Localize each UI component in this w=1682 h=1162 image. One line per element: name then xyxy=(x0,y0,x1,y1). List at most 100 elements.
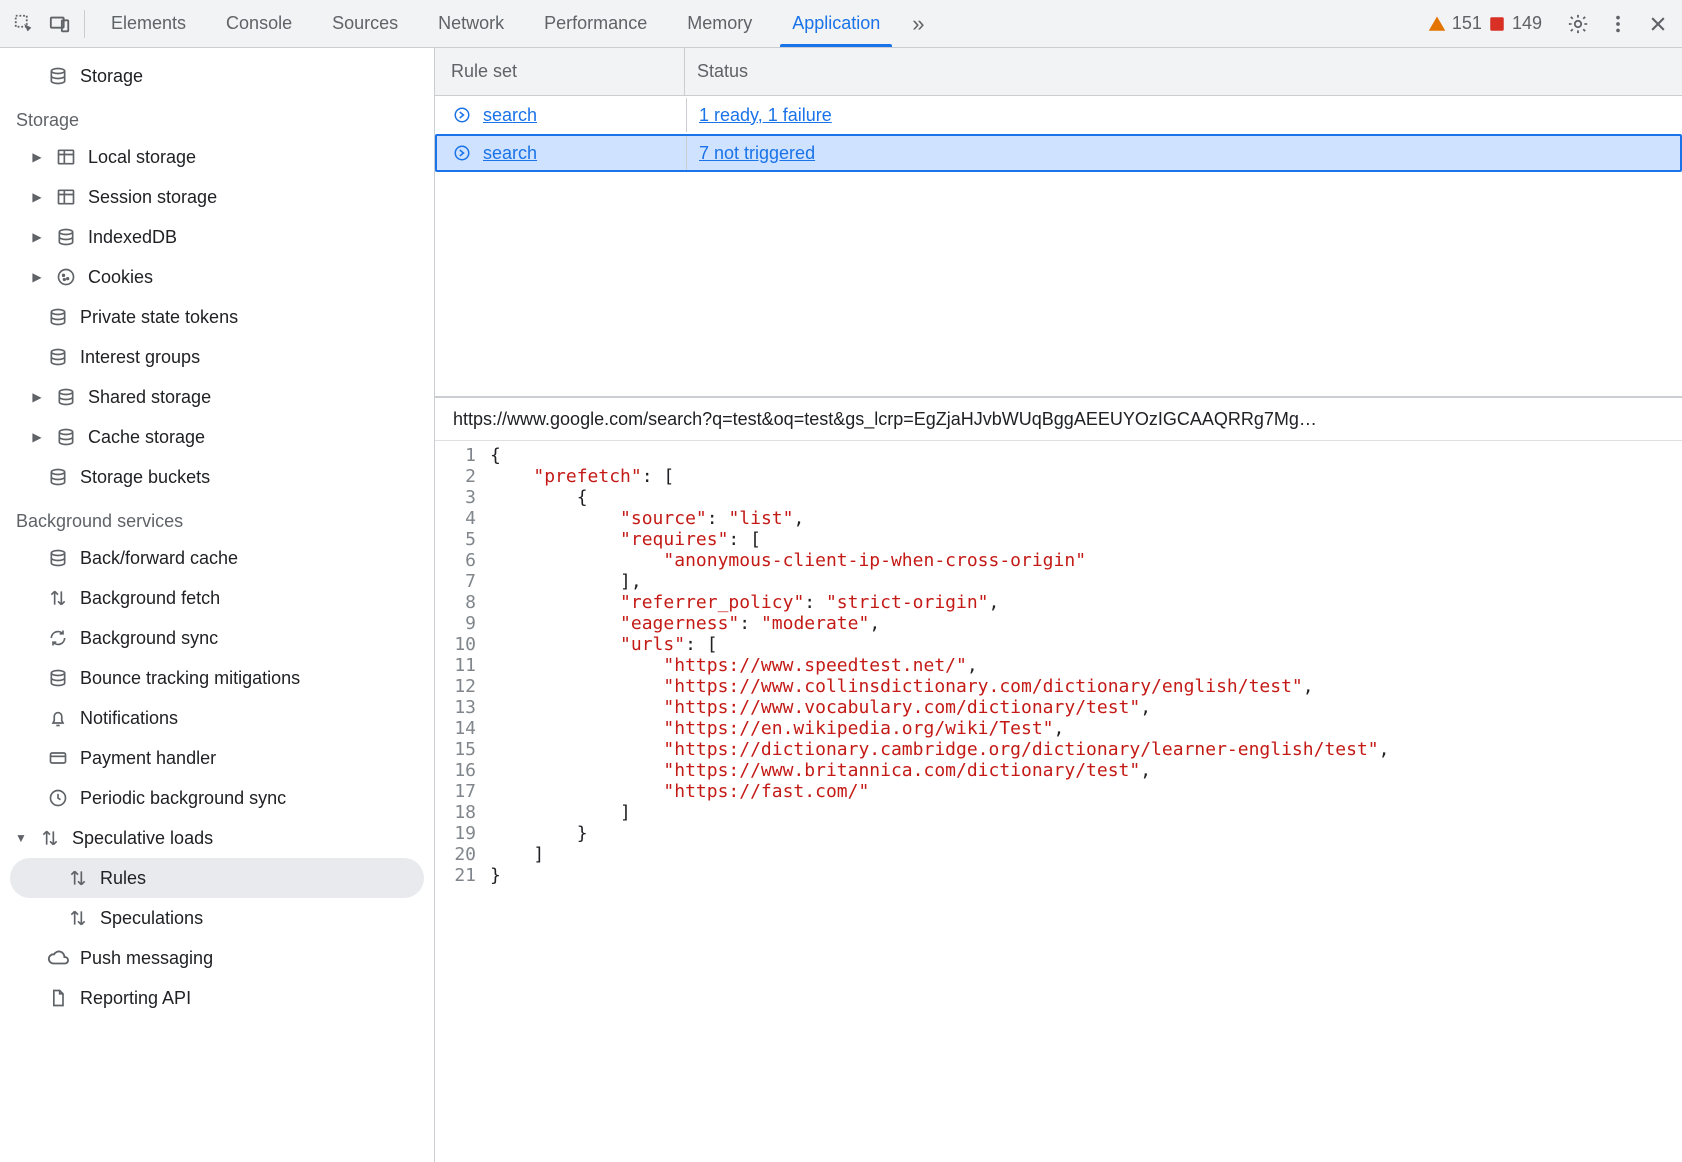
line-number: 19 xyxy=(435,823,490,844)
sidebar-item-interest-groups[interactable]: Interest groups xyxy=(0,337,434,377)
sidebar-item-push-messaging[interactable]: Push messaging xyxy=(0,938,434,978)
json-source-viewer[interactable]: 1{2 "prefetch": [3 {4 "source": "list",5… xyxy=(435,441,1682,1162)
sidebar-section-storage: Storage xyxy=(0,96,434,137)
sidebar-item-label: Push messaging xyxy=(80,948,213,969)
tab-memory[interactable]: Memory xyxy=(667,0,772,47)
settings-button[interactable] xyxy=(1560,6,1596,42)
json-line: 9 "eagerness": "moderate", xyxy=(435,613,1682,634)
tab-performance[interactable]: Performance xyxy=(524,0,667,47)
sidebar-item-storage-manifest[interactable]: Storage xyxy=(0,56,434,96)
line-number: 21 xyxy=(435,865,490,886)
json-line: 20 ] xyxy=(435,844,1682,865)
json-line: 3 { xyxy=(435,487,1682,508)
col-header-label: Status xyxy=(697,61,748,82)
col-header-status[interactable]: Status xyxy=(685,48,1682,95)
sidebar-item-reporting-api[interactable]: Reporting API xyxy=(0,978,434,1018)
code-content: "https://www.collinsdictionary.com/dicti… xyxy=(490,676,1314,697)
tab-sources[interactable]: Sources xyxy=(312,0,418,47)
database-icon xyxy=(54,387,78,407)
arrows-up-down-icon xyxy=(46,588,70,608)
issue-counter[interactable]: 151 149 xyxy=(1418,13,1552,34)
sidebar-item-periodic-bg-sync[interactable]: Periodic background sync xyxy=(0,778,434,818)
ruleset-status-link[interactable]: 7 not triggered xyxy=(699,143,815,164)
sidebar-item-label: Periodic background sync xyxy=(80,788,286,809)
sidebar-item-label: Notifications xyxy=(80,708,178,729)
rule-icon xyxy=(453,106,475,124)
chevron-right-icon: ▶ xyxy=(30,430,44,444)
inspect-element-icon[interactable] xyxy=(6,6,42,42)
arrows-up-down-icon xyxy=(66,868,90,888)
json-line: 5 "requires": [ xyxy=(435,529,1682,550)
sidebar-item-session-storage[interactable]: ▶ Session storage xyxy=(0,177,434,217)
chevron-right-icon: ▶ xyxy=(30,270,44,284)
tab-label: Performance xyxy=(544,13,647,34)
ruleset-row[interactable]: search 7 not triggered xyxy=(435,134,1682,172)
tab-application[interactable]: Application xyxy=(772,0,900,47)
line-number: 1 xyxy=(435,445,490,466)
line-number: 11 xyxy=(435,655,490,676)
ruleset-header-row: Rule set Status xyxy=(435,48,1682,96)
cookie-icon xyxy=(54,267,78,287)
sidebar-item-bfcache[interactable]: Back/forward cache xyxy=(0,538,434,578)
ruleset-status-link[interactable]: 1 ready, 1 failure xyxy=(699,105,832,126)
sidebar-item-storage-buckets[interactable]: Storage buckets xyxy=(0,457,434,497)
ruleset-body: search 1 ready, 1 failure search 7 not t… xyxy=(435,96,1682,396)
code-content: "https://www.vocabulary.com/dictionary/t… xyxy=(490,697,1151,718)
database-icon xyxy=(54,227,78,247)
sidebar-item-cache-storage[interactable]: ▶ Cache storage xyxy=(0,417,434,457)
sidebar-item-bg-fetch[interactable]: Background fetch xyxy=(0,578,434,618)
database-icon xyxy=(54,427,78,447)
sidebar-item-speculations[interactable]: Speculations xyxy=(0,898,434,938)
tab-label: Application xyxy=(792,13,880,34)
database-icon xyxy=(46,307,70,327)
sidebar-item-private-state-tokens[interactable]: Private state tokens xyxy=(0,297,434,337)
code-content: ] xyxy=(490,844,544,865)
sidebar-item-label: IndexedDB xyxy=(88,227,177,248)
code-content: { xyxy=(490,487,588,508)
code-content: } xyxy=(490,823,588,844)
col-header-ruleset[interactable]: Rule set xyxy=(435,48,685,95)
device-toggle-icon[interactable] xyxy=(42,6,78,42)
rule-source-url[interactable]: https://www.google.com/search?q=test&oq=… xyxy=(435,397,1682,441)
line-number: 8 xyxy=(435,592,490,613)
line-number: 10 xyxy=(435,634,490,655)
ruleset-name-link[interactable]: search xyxy=(483,143,537,164)
sidebar-item-rules[interactable]: Rules xyxy=(10,858,424,898)
database-icon xyxy=(46,66,70,86)
sidebar-item-speculative-loads[interactable]: ▼ Speculative loads xyxy=(0,818,434,858)
more-tabs-button[interactable]: » xyxy=(900,11,936,37)
sidebar-item-bounce-tracking[interactable]: Bounce tracking mitigations xyxy=(0,658,434,698)
sidebar-item-cookies[interactable]: ▶ Cookies xyxy=(0,257,434,297)
ruleset-row[interactable]: search 1 ready, 1 failure xyxy=(435,96,1682,134)
sidebar-item-payment-handler[interactable]: Payment handler xyxy=(0,738,434,778)
close-devtools-button[interactable] xyxy=(1640,6,1676,42)
sidebar-item-indexeddb[interactable]: ▶ IndexedDB xyxy=(0,217,434,257)
warning-count: 151 xyxy=(1452,13,1482,34)
code-content: "https://dictionary.cambridge.org/dictio… xyxy=(490,739,1389,760)
kebab-menu-button[interactable] xyxy=(1600,6,1636,42)
tab-elements[interactable]: Elements xyxy=(91,0,206,47)
sidebar-item-label: Interest groups xyxy=(80,347,200,368)
ruleset-name-link[interactable]: search xyxy=(483,105,537,126)
line-number: 3 xyxy=(435,487,490,508)
sidebar-item-shared-storage[interactable]: ▶ Shared storage xyxy=(0,377,434,417)
sidebar-section-bg-services: Background services xyxy=(0,497,434,538)
sidebar-item-local-storage[interactable]: ▶ Local storage xyxy=(0,137,434,177)
sidebar-item-bg-sync[interactable]: Background sync xyxy=(0,618,434,658)
code-content: ], xyxy=(490,571,642,592)
line-number: 13 xyxy=(435,697,490,718)
table-icon xyxy=(54,187,78,207)
sidebar-item-notifications[interactable]: Notifications xyxy=(0,698,434,738)
json-line: 19 } xyxy=(435,823,1682,844)
chevron-right-icon: ▶ xyxy=(30,190,44,204)
tab-network[interactable]: Network xyxy=(418,0,524,47)
code-content: ] xyxy=(490,802,631,823)
tab-label: Console xyxy=(226,13,292,34)
tab-console[interactable]: Console xyxy=(206,0,312,47)
code-content: } xyxy=(490,865,501,886)
devtools-toolbar: Elements Console Sources Network Perform… xyxy=(0,0,1682,48)
sidebar-item-label: Back/forward cache xyxy=(80,548,238,569)
cloud-icon xyxy=(46,947,70,969)
json-line: 13 "https://www.vocabulary.com/dictionar… xyxy=(435,697,1682,718)
code-content: "anonymous-client-ip-when-cross-origin" xyxy=(490,550,1086,571)
